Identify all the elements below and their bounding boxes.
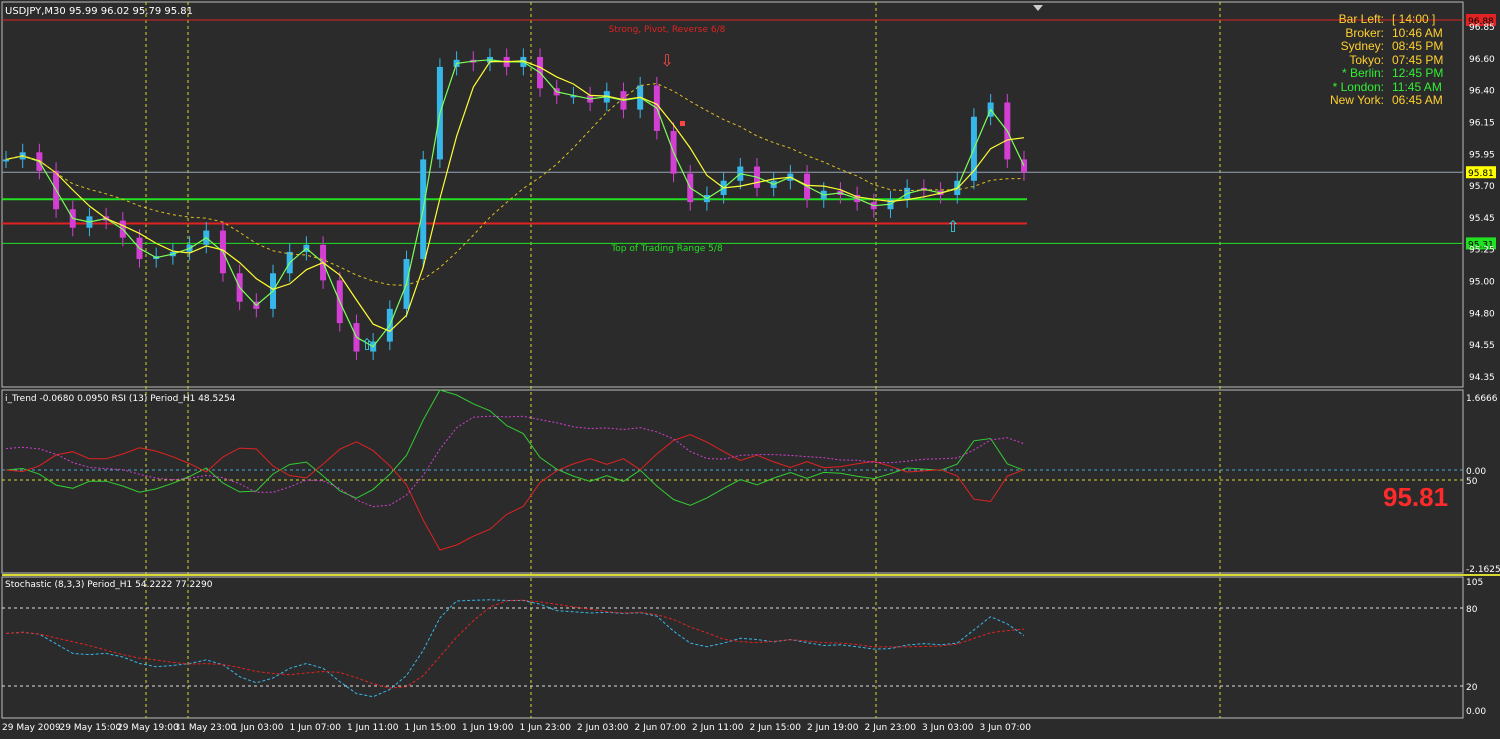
time-axis-label: 29 May 19:00 (117, 723, 179, 733)
stochastic-tick: 0.00 (1466, 707, 1486, 717)
stochastic-main-line (5, 599, 1025, 698)
time-axis-label: 31 May 23:00 (175, 723, 237, 733)
time-axis-label: 2 Jun 15:00 (750, 723, 802, 733)
price-axis-tick: 96.40 (1469, 87, 1495, 97)
pivot-label: Strong, Pivot, Reverse 6/8 (609, 25, 726, 35)
price-axis-tick: 95.45 (1469, 214, 1495, 224)
time-axis-label: 1 Jun 15:00 (405, 723, 457, 733)
indicator1-tick: 1.6666 (1466, 394, 1498, 404)
ma-long-line (5, 82, 1025, 286)
big-price-label: 95.81 (1383, 482, 1449, 512)
price-axis-tick: 96.15 (1469, 118, 1495, 128)
price-axis-tick: 94.80 (1469, 309, 1495, 319)
price-axis-tick: 96.60 (1469, 55, 1495, 65)
trend-bull-line (5, 389, 1025, 506)
price-axis-tick: 95.25 (1469, 246, 1495, 256)
buy-arrow-icon: ⇧ (946, 217, 959, 236)
scroll-marker-icon (1033, 5, 1043, 11)
trend-rsi-header: i_Trend -0.0680 0.0950 RSI (13) Period_H… (5, 394, 236, 404)
stochastic-tick: 105 (1466, 578, 1483, 588)
time-axis-label: 1 Jun 19:00 (462, 723, 514, 733)
clock-row-new-york: New York: 06:45 AM (1329, 93, 1443, 107)
time-axis-label: 2 Jun 11:00 (692, 723, 744, 733)
price-axis-tick: 94.35 (1469, 373, 1495, 383)
price-axis-tick: 95.95 (1469, 150, 1495, 160)
buy-arrow-icon: ⇧ (360, 335, 373, 354)
time-axis-label: 1 Jun 07:00 (290, 723, 342, 733)
sell-arrow-icon: ⇩ (660, 51, 673, 70)
price-tag: 95.81 (1468, 169, 1494, 179)
range-label: Top of Trading Range 5/8 (610, 244, 723, 254)
price-axis-tick: 95.00 (1469, 278, 1495, 288)
chart-window[interactable]: ⇧ ⇧ ⇩ USDJPY,M30 95.99 96.02 95.79 95.81 Str… (0, 0, 1500, 735)
chart-canvas[interactable]: ⇧ ⇧ ⇩ USDJPY,M30 95.99 96.02 95.79 95.81 Str… (0, 0, 1500, 735)
clock-row-broker: Broker: 10:46 AM (1345, 25, 1443, 40)
clock-row-berlin: * Berlin: 12:45 PM (1341, 66, 1444, 80)
clock-row-tokyo: Tokyo: 07:45 PM (1349, 52, 1444, 67)
session-clock: Bar Left:[ 14:00 ] Broker: 10:46 AM Sydne… (1300, 12, 1470, 108)
indicator1-tick: 50 (1466, 477, 1478, 487)
clock-row-bar-left: Bar Left:[ 14:00 ] (1338, 12, 1436, 26)
time-axis-label: 1 Jun 23:00 (520, 723, 572, 733)
time-axis-label: 29 May 2009 (2, 723, 61, 733)
signal-dot (680, 121, 685, 126)
time-axis-label: 3 Jun 07:00 (980, 723, 1032, 733)
stochastic-tick: 20 (1466, 683, 1478, 693)
panel-border-2 (1, 576, 1464, 719)
clock-row-sydney: Sydney: 08:45 PM (1340, 39, 1444, 53)
time-axis-label: 1 Jun 03:00 (232, 723, 284, 733)
trend-bear-line (5, 434, 1025, 551)
time-axis-label: 2 Jun 23:00 (865, 723, 917, 733)
price-axis-area (1463, 0, 1500, 735)
price-axis-tick: 94.55 (1469, 341, 1495, 351)
panel-border-0 (1, 1, 1464, 388)
candle-body (3, 159, 9, 162)
time-axis-label: 2 Jun 07:00 (635, 723, 687, 733)
symbol-header: USDJPY,M30 95.99 96.02 95.79 95.81 (5, 6, 193, 17)
stochastic-header: Stochastic (8,3,3) Period_H1 54.2222 77.… (5, 580, 213, 590)
time-axis-label: 3 Jun 03:00 (922, 723, 974, 733)
time-axis-label: 1 Jun 11:00 (347, 723, 399, 733)
ma-slow-line (5, 60, 1025, 333)
price-axis-tick: 96.85 (1469, 23, 1495, 33)
indicator1-tick: -2.1625 (1466, 565, 1500, 575)
stochastic-signal-line (5, 599, 1025, 689)
clock-row-london: * London: 11:45 AM (1332, 79, 1442, 94)
price-axis-tick: 95.70 (1469, 182, 1495, 192)
stochastic-tick: 80 (1466, 605, 1478, 615)
time-axis-label: 2 Jun 19:00 (807, 723, 859, 733)
indicator1-tick: 0.00 (1466, 467, 1486, 477)
time-axis-label: 2 Jun 03:00 (577, 723, 629, 733)
time-axis-label: 29 May 15:00 (60, 723, 122, 733)
